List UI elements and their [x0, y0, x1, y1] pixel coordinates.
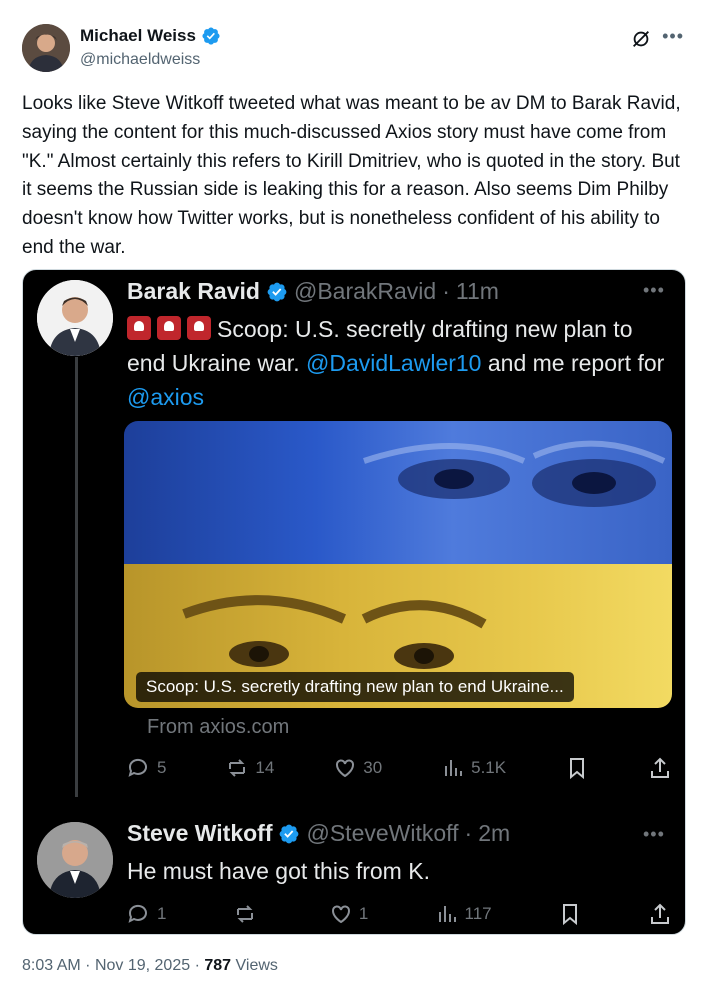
tweet-date[interactable]: Nov 19, 2025 [95, 957, 190, 974]
author-handle[interactable]: @michaeldweiss [80, 51, 200, 69]
thread-line [75, 357, 78, 797]
reply-count: 1 [157, 904, 167, 923]
mention-link: @axios [127, 384, 205, 410]
share-action [648, 902, 672, 926]
repost-count: 14 [255, 758, 275, 777]
siren-icon [187, 316, 211, 340]
card-source: From axios.com [147, 716, 290, 738]
link-card-image: Scoop: U.S. secretly drafting new plan t… [124, 421, 672, 708]
like-count: 1 [358, 904, 369, 923]
tweet-text: Looks like Steve Witkoff tweeted what wa… [22, 93, 681, 258]
repost-icon [236, 905, 253, 923]
tweet-header: Michael Weiss @michaeldweiss ••• [22, 22, 684, 74]
reply-author-handle: @SteveWitkoff [306, 820, 459, 846]
dot-separator: · [442, 278, 450, 304]
reply-post-actions: 1 1 117 [127, 902, 672, 926]
siren-icon [157, 316, 181, 340]
views-action: 5.1K [441, 756, 506, 780]
share-icon [650, 903, 669, 924]
views-icon [438, 906, 456, 922]
bookmark-icon [570, 758, 585, 780]
siren-icon [127, 316, 151, 340]
bookmark-icon [562, 904, 577, 926]
reply-post-header: Steve Witkoff @SteveWitkoff · 2m [127, 820, 510, 847]
share-action [648, 756, 672, 780]
quoted-author-name: Barak Ravid [127, 278, 260, 304]
card-image-top [124, 421, 672, 564]
like-action: 30 [333, 756, 382, 780]
more-icon[interactable]: ••• [662, 26, 684, 47]
dot-separator: · [464, 820, 473, 846]
views-count: 117 [464, 904, 492, 923]
quoted-post-text: Scoop: U.S. secretly drafting new plan t… [127, 312, 677, 414]
more-icon: ••• [643, 824, 665, 844]
quoted-author-handle: @BarakRavid [293, 278, 437, 304]
quoted-post-actions: 5 14 30 5.1K [127, 756, 672, 780]
reply-count: 5 [157, 758, 167, 777]
bookmark-action [565, 756, 589, 780]
quoted-post-age: 11m [455, 278, 499, 304]
repost-action: 14 [225, 756, 274, 780]
views-count: 5.1K [471, 758, 507, 777]
reply-action: 1 [127, 902, 166, 926]
grok-icon[interactable] [630, 28, 652, 50]
dot-separator: · [194, 957, 200, 974]
author-name-row: Michael Weiss [80, 26, 221, 46]
reply-post-age: 2m [478, 820, 511, 846]
views-action: 117 [435, 902, 492, 926]
views-count: 787 [204, 957, 232, 974]
bookmark-action [558, 902, 582, 926]
share-icon [650, 757, 669, 778]
quoted-post-header: Barak Ravid @BarakRavid · 11m [127, 278, 499, 305]
reply-action: 5 [127, 756, 166, 780]
like-action: 1 [329, 902, 368, 926]
like-icon [336, 759, 355, 778]
reply-author-avatar [37, 822, 113, 898]
reply-author-name: Steve Witkoff [127, 820, 273, 846]
repost-icon [229, 759, 246, 777]
reply-icon [128, 758, 147, 777]
like-count: 30 [363, 758, 383, 777]
verified-badge-icon [267, 282, 287, 301]
tweet-media-image[interactable]: Barak Ravid @BarakRavid · 11m ••• Scoop:… [22, 269, 686, 935]
views-icon [445, 760, 463, 776]
reply-post-text: He must have got this from K. [127, 858, 430, 884]
views-label: Views [235, 957, 278, 974]
author-name[interactable]: Michael Weiss [80, 26, 196, 46]
dot-separator: · [85, 957, 91, 974]
quoted-author-avatar [37, 280, 113, 356]
like-icon [331, 905, 350, 924]
more-icon: ••• [643, 280, 665, 300]
mention-link: @DavidLawler10 [305, 350, 482, 376]
tweet-footer: 8:03 AM · Nov 19, 2025 · 787 Views [22, 957, 278, 975]
verified-badge-icon [280, 824, 299, 843]
verified-badge-icon [202, 27, 220, 45]
author-avatar[interactable] [22, 24, 70, 72]
card-caption: Scoop: U.S. secretly drafting new plan t… [136, 672, 574, 702]
repost-action [233, 902, 263, 926]
reply-icon [128, 904, 147, 923]
quoted-text-mid: and me report for [481, 350, 665, 376]
tweet-time[interactable]: 8:03 AM [22, 957, 81, 974]
